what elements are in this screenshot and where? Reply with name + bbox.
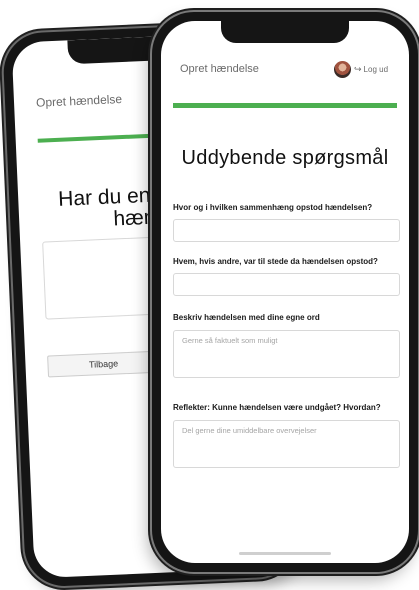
back-header-title: Opret hændelse [35, 92, 123, 110]
question-2-input[interactable] [173, 273, 400, 296]
question-form: Hvor og i hvilken sammenhæng opstod hænd… [173, 202, 400, 468]
logout-link[interactable]: ↪ Log ud [354, 64, 388, 75]
question-4-textarea[interactable]: Del gerne dine umiddelbare overvejelser [173, 420, 400, 468]
page-heading: Uddybende spørgsmål [181, 147, 389, 169]
user-avatar[interactable] [334, 61, 351, 78]
logout-icon: ↪ [354, 64, 362, 74]
question-1-label: Hvor og i hvilken sammenhæng opstod hænd… [173, 203, 373, 212]
question-3-textarea[interactable]: Gerne så faktuelt som muligt [173, 330, 400, 378]
question-2-label: Hvem, hvis andre, var til stede da hænde… [173, 257, 378, 266]
back-button[interactable]: Tilbage [47, 350, 160, 378]
front-phone-screen: Opret hændelse ↪ Log ud Uddybende spørgs… [161, 21, 409, 563]
question-4-label: Reflekter: Kunne hændelsen være undgået?… [173, 403, 381, 412]
app-header: Opret hændelse ↪ Log ud [161, 59, 409, 83]
front-phone: Opret hændelse ↪ Log ud Uddybende spørgs… [152, 12, 418, 572]
home-indicator [239, 552, 331, 555]
question-1-input[interactable] [173, 219, 400, 242]
question-3-label: Beskriv hændelsen med dine egne ord [173, 313, 320, 322]
front-phone-notch [221, 21, 349, 43]
progress-bar [173, 103, 397, 108]
header-title: Opret hændelse [180, 63, 259, 75]
logout-label: Log ud [363, 65, 389, 74]
